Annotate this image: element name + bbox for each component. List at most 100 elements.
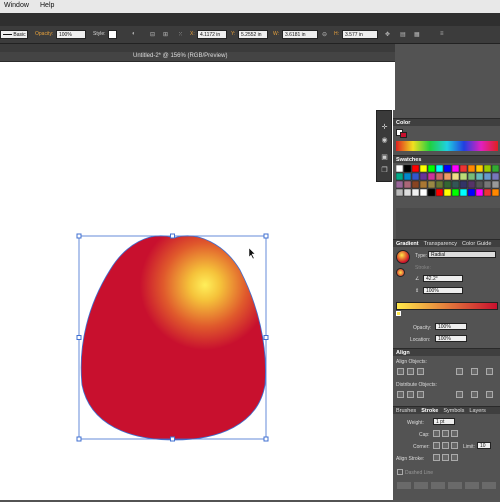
stroke-align-inside-icon[interactable]	[442, 454, 449, 461]
distribute-right-icon[interactable]	[486, 391, 493, 398]
swatch[interactable]	[483, 188, 492, 197]
recolor-icon[interactable]: ◐	[132, 31, 136, 37]
y-field[interactable]: 5.2552 in	[238, 30, 268, 39]
gradient-opacity-field[interactable]: 100%	[435, 323, 467, 330]
layers-panel-icon[interactable]: ❐	[380, 166, 389, 175]
align-middle-icon[interactable]	[471, 368, 478, 375]
swatch[interactable]	[451, 180, 460, 189]
swatch[interactable]	[467, 172, 476, 181]
swatch-grid[interactable]	[396, 165, 500, 205]
swatch[interactable]	[435, 180, 444, 189]
menu-help[interactable]: Help	[40, 2, 54, 9]
corner-miter-icon[interactable]	[433, 442, 440, 449]
tab-symbols[interactable]: Symbols	[443, 407, 464, 415]
swatch[interactable]	[475, 180, 484, 189]
swatch[interactable]	[435, 172, 444, 181]
swatch[interactable]	[451, 188, 460, 197]
swatch[interactable]	[419, 180, 428, 189]
swatch[interactable]	[459, 165, 468, 173]
dashed-line-checkbox[interactable]	[397, 469, 403, 475]
swatch[interactable]	[427, 165, 436, 173]
swatch[interactable]	[435, 165, 444, 173]
x-field[interactable]: 4.1172 in	[197, 30, 227, 39]
menu-window[interactable]: Window	[4, 2, 29, 9]
color-spectrum[interactable]	[396, 141, 498, 151]
swatch[interactable]	[411, 180, 420, 189]
appearance-panel-icon[interactable]: ◉	[380, 136, 389, 145]
align-top-icon[interactable]	[456, 368, 463, 375]
swatch[interactable]	[475, 165, 484, 173]
swatch[interactable]	[491, 180, 500, 189]
align-right-icon[interactable]	[417, 368, 424, 375]
stroke-align-outside-icon[interactable]	[451, 454, 458, 461]
swatch[interactable]	[467, 165, 476, 173]
tab-color-guide[interactable]: Color Guide	[462, 240, 491, 248]
opacity-field[interactable]: 100%	[56, 30, 86, 39]
tab-layers[interactable]: Layers	[469, 407, 486, 415]
tab-transparency[interactable]: Transparency	[424, 240, 457, 248]
distribute-hcenter-icon[interactable]	[471, 391, 478, 398]
swatch[interactable]	[396, 165, 404, 173]
swatch[interactable]	[459, 172, 468, 181]
tab-stroke[interactable]: Stroke	[421, 407, 438, 415]
corner-bevel-icon[interactable]	[451, 442, 458, 449]
swatch[interactable]	[411, 165, 420, 173]
handle-bottom-left[interactable]	[76, 436, 82, 442]
swatch[interactable]	[403, 188, 412, 197]
swatch[interactable]	[443, 180, 452, 189]
handle-top-right[interactable]	[263, 233, 269, 239]
swatch[interactable]	[483, 180, 492, 189]
distribute-bottom-icon[interactable]	[417, 391, 424, 398]
swatch[interactable]	[403, 172, 412, 181]
swatch[interactable]	[451, 165, 460, 173]
swatch[interactable]	[435, 188, 444, 197]
distribute-icon[interactable]: ⊞	[163, 31, 168, 38]
gradient-location-field[interactable]: 100%	[435, 335, 467, 342]
opacity-label[interactable]: Opacity:	[35, 31, 53, 37]
swatch[interactable]	[396, 180, 404, 189]
align-center-icon[interactable]	[407, 368, 414, 375]
transform-panel-icon[interactable]: ✛	[380, 123, 389, 132]
swatch[interactable]	[443, 188, 452, 197]
document-tab[interactable]: Untitled-2* @ 156% (RGB/Preview)	[0, 52, 395, 62]
swatch[interactable]	[396, 188, 404, 197]
align-bottom-icon[interactable]	[486, 368, 493, 375]
stroke-align-center-icon[interactable]	[433, 454, 440, 461]
cap-round-icon[interactable]	[442, 430, 449, 437]
dash-gap-fields[interactable]	[397, 482, 497, 492]
swatch[interactable]	[411, 188, 420, 197]
swatch[interactable]	[491, 188, 500, 197]
swatch[interactable]	[459, 188, 468, 197]
cap-square-icon[interactable]	[451, 430, 458, 437]
transform-icon[interactable]: ✥	[385, 31, 390, 38]
fill-stroke-proxy[interactable]	[396, 129, 408, 138]
swatch[interactable]	[419, 172, 428, 181]
stroke-weight-field[interactable]: 1 pt	[433, 418, 455, 425]
cap-butt-icon[interactable]	[433, 430, 440, 437]
color-panel-header[interactable]: Color	[393, 118, 500, 126]
stroke-style-dropdown[interactable]: Basic	[0, 30, 28, 39]
corner-round-icon[interactable]	[442, 442, 449, 449]
swatch[interactable]	[467, 180, 476, 189]
tab-brushes[interactable]: Brushes	[396, 407, 416, 415]
artboard-canvas[interactable]	[0, 62, 395, 500]
swatch[interactable]	[467, 188, 476, 197]
swatch[interactable]	[411, 172, 420, 181]
align-icon[interactable]: ⊟	[150, 31, 155, 38]
stroke-limit-field[interactable]: 10	[477, 442, 491, 449]
gradient-stop-left[interactable]	[396, 311, 401, 316]
swatch[interactable]	[403, 180, 412, 189]
egg-shape[interactable]	[80, 235, 266, 441]
handle-bottom-mid[interactable]	[170, 436, 175, 442]
width-field[interactable]: 3.6181 in	[282, 30, 318, 39]
tab-gradient[interactable]: Gradient	[396, 240, 419, 248]
gradient-slider-bar[interactable]	[396, 302, 498, 310]
swatch[interactable]	[443, 172, 452, 181]
swatch[interactable]	[459, 180, 468, 189]
tab-swatches[interactable]: Swatches	[396, 156, 421, 164]
distribute-top-icon[interactable]	[397, 391, 404, 398]
tab-align[interactable]: Align	[396, 349, 410, 357]
reference-point-icon[interactable]: ⁙	[178, 31, 183, 38]
graphic-style-swatch[interactable]	[108, 30, 117, 39]
handle-bottom-right[interactable]	[263, 436, 269, 442]
